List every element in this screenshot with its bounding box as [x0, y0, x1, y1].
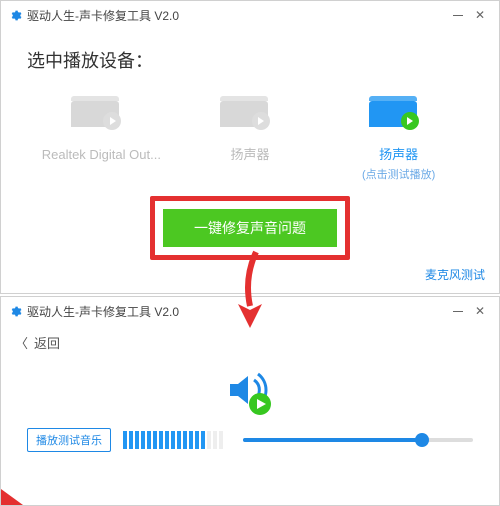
device-label: 扬声器 — [334, 147, 464, 164]
close-button[interactable] — [469, 4, 491, 26]
titlebar: 驱动人生-声卡修复工具 V2.0 — [1, 1, 499, 29]
minimize-button[interactable] — [447, 300, 469, 322]
device-speaker-1[interactable]: 扬声器 — [185, 101, 315, 182]
sound-repair-window-detail: 驱动人生-声卡修复工具 V2.0 〈 返回 播放测试音乐 — [0, 296, 500, 506]
soundcard-icon — [220, 101, 280, 137]
fix-button-highlight-box: 一键修复声音问题 — [150, 196, 350, 260]
sound-repair-window-main: 驱动人生-声卡修复工具 V2.0 选中播放设备： Realtek Digital… — [0, 0, 500, 294]
titlebar: 驱动人生-声卡修复工具 V2.0 — [1, 297, 499, 325]
device-label: Realtek Digital Out... — [36, 147, 166, 164]
gear-icon — [9, 9, 22, 22]
annotation-corner-icon — [1, 489, 23, 505]
mic-test-link[interactable]: 麦克风测试 — [425, 266, 485, 283]
back-button[interactable]: 〈 返回 — [1, 325, 499, 360]
one-click-fix-button[interactable]: 一键修复声音问题 — [163, 209, 337, 247]
volume-fill — [243, 438, 422, 442]
window-title: 驱动人生-声卡修复工具 V2.0 — [27, 7, 447, 24]
soundcard-icon — [71, 101, 131, 137]
close-button[interactable] — [469, 300, 491, 322]
playback-controls: 播放测试音乐 — [1, 424, 499, 452]
gear-icon — [9, 305, 22, 318]
device-speaker-2-active[interactable]: 扬声器 (点击测试播放) — [334, 101, 464, 182]
device-realtek[interactable]: Realtek Digital Out... — [36, 101, 166, 182]
device-label: 扬声器 — [185, 147, 315, 164]
volume-slider[interactable] — [243, 438, 473, 442]
content-area: 选中播放设备： Realtek Digital Out... 扬声器 扬声器 (… — [1, 29, 499, 260]
window-title: 驱动人生-声卡修复工具 V2.0 — [27, 303, 447, 320]
section-heading: 选中播放设备： — [27, 47, 473, 73]
device-list: Realtek Digital Out... 扬声器 扬声器 (点击测试播放) — [27, 101, 473, 182]
minimize-button[interactable] — [447, 4, 469, 26]
volume-thumb[interactable] — [415, 433, 429, 447]
soundcard-icon — [369, 101, 429, 137]
device-sublabel: (点击测试播放) — [334, 166, 464, 182]
back-label: 返回 — [34, 333, 60, 352]
play-test-music-button[interactable]: 播放测试音乐 — [27, 428, 111, 452]
vu-meter — [123, 431, 223, 449]
speaker-playing-icon — [222, 362, 278, 418]
chevron-left-icon: 〈 — [15, 333, 28, 352]
